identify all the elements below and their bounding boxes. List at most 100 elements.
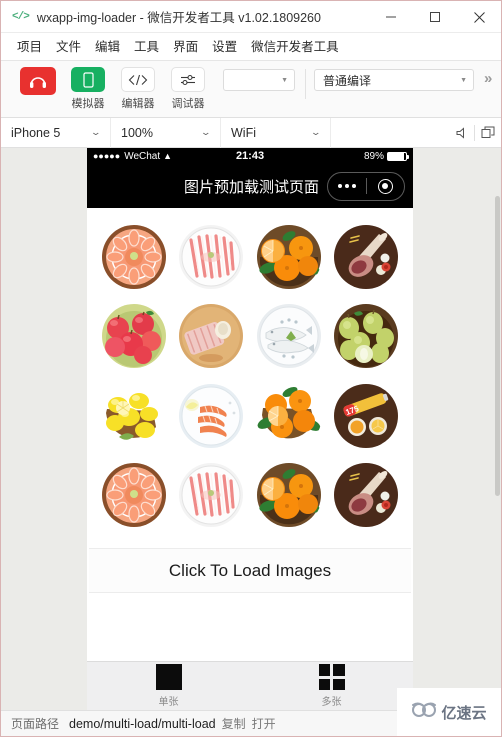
grid-item[interactable]: [252, 459, 326, 533]
grid-item[interactable]: 175: [330, 379, 404, 453]
toolbar-debugger-label: 调试器: [171, 98, 205, 110]
open-path-button[interactable]: 打开: [252, 715, 276, 732]
grid-item[interactable]: [97, 379, 171, 453]
status-right: 89%: [264, 151, 410, 162]
thumbnail-oranges-halved-bowl: [256, 383, 322, 449]
menu-item-edit[interactable]: 编辑: [88, 33, 127, 61]
menu-item-file[interactable]: 文件: [49, 33, 88, 61]
simulator-canvas: ●●●●● WeChat ▲ 21:43 89% 图片预加载测试页面 175 C…: [1, 148, 501, 710]
toolbar-divider: [305, 69, 306, 99]
toolbar-editor-label: 编辑器: [121, 98, 155, 110]
thumbnail-shrimp-plate: [178, 383, 244, 449]
toolbar-editor[interactable]: 编辑器: [113, 67, 163, 111]
chevron-down-icon: ▼: [460, 76, 467, 84]
battery-icon: [387, 151, 410, 161]
zoom-select-value: 100%: [121, 125, 153, 140]
wifi-icon: ▲: [163, 151, 173, 161]
maximize-button[interactable]: [413, 1, 457, 33]
single-square-icon: [155, 664, 182, 690]
toolbar-blank-select[interactable]: ▼: [223, 69, 295, 91]
grid-item[interactable]: [175, 220, 249, 294]
device-bar: iPhone 5 ⌄ 100% ⌄ WiFi ⌄: [1, 117, 501, 148]
title-bar: </> wxapp-img-loader - 微信开发者工具 v1.02.180…: [1, 1, 501, 33]
menu-item-project[interactable]: 项目: [10, 33, 49, 61]
status-bar: 页面路径 demo/multi-load/multi-load 复制 打开 亿速…: [1, 688, 501, 736]
canvas-scrollbar[interactable]: [493, 148, 501, 710]
thumbnail-oranges-basket: [256, 224, 322, 290]
thumbnail-salmon-sashimi-platter: [101, 462, 167, 528]
speaker-mute-icon[interactable]: [448, 118, 474, 148]
tab-multi[interactable]: 多张: [250, 662, 413, 710]
thumbnail-green-pears-bowl: [333, 303, 399, 369]
grid-item[interactable]: [175, 459, 249, 533]
page-title: 图片预加载测试页面: [183, 178, 319, 196]
close-button[interactable]: [457, 1, 501, 33]
thumbnail-lemons-bowl: [101, 383, 167, 449]
grid-item[interactable]: [330, 459, 404, 533]
grid-item[interactable]: [252, 220, 326, 294]
copy-path-button[interactable]: 复制: [222, 715, 246, 732]
detach-window-icon[interactable]: [475, 118, 501, 148]
watermark: 亿速云: [397, 688, 501, 736]
grid-item[interactable]: [252, 379, 326, 453]
code-brackets-icon: </>: [12, 10, 30, 23]
chevron-down-icon: ⌄: [310, 127, 322, 137]
status-left: ●●●●● WeChat ▲: [93, 151, 236, 162]
grid-item[interactable]: [97, 300, 171, 374]
menu-item-interface[interactable]: 界面: [166, 33, 205, 61]
grid-item[interactable]: [175, 300, 249, 374]
window-controls: [369, 1, 501, 33]
menu-item-devtools[interactable]: 微信开发者工具: [244, 33, 346, 61]
carrier-label: WeChat: [124, 150, 161, 162]
device-select[interactable]: iPhone 5 ⌄: [1, 117, 111, 148]
image-grid: 175: [87, 208, 413, 538]
grid-item[interactable]: [97, 220, 171, 294]
more-dots-icon[interactable]: [328, 184, 366, 188]
simulator-icon: [71, 67, 105, 92]
target-circle-icon[interactable]: [367, 178, 405, 194]
cloud-logo-icon: [411, 702, 437, 723]
code-editor-icon: [121, 67, 155, 92]
thumbnail-white-fish-plate: [256, 303, 322, 369]
thumbnail-lamb-leg-board: [333, 462, 399, 528]
device-select-value: iPhone 5: [11, 125, 61, 140]
chevron-down-icon: ▼: [281, 76, 288, 84]
menu-item-settings[interactable]: 设置: [205, 33, 244, 61]
toolbar-simulator[interactable]: 模拟器: [63, 67, 113, 111]
tab-single[interactable]: 单张: [87, 662, 250, 710]
toolbar-debugger[interactable]: 调试器: [163, 67, 213, 111]
network-select[interactable]: WiFi ⌄: [221, 117, 331, 148]
phone-status-bar: ●●●●● WeChat ▲ 21:43 89%: [87, 148, 413, 164]
toolbar-compile-select[interactable]: 普通编译 ▼: [314, 69, 474, 91]
toolbar-account[interactable]: [13, 67, 63, 95]
load-images-button[interactable]: Click To Load Images: [89, 548, 411, 593]
grid-item[interactable]: [252, 300, 326, 374]
thumbnail-red-apples-bowl: [101, 303, 167, 369]
grid-item[interactable]: [330, 220, 404, 294]
phone-simulator: ●●●●● WeChat ▲ 21:43 89% 图片预加载测试页面 175 C…: [87, 148, 413, 710]
minimize-button[interactable]: [369, 1, 413, 33]
tab-bar: 单张 多张: [87, 661, 413, 710]
window-title: wxapp-img-loader - 微信开发者工具 v1.02.1809260: [36, 11, 321, 25]
page-body: 175 Click To Load Images 单张 多张: [87, 208, 413, 710]
grid-item[interactable]: [330, 300, 404, 374]
phone-nav-bar: 图片预加载测试页面: [87, 164, 413, 208]
chevron-down-icon: ⌄: [90, 127, 102, 137]
grid-item[interactable]: [97, 459, 171, 533]
toolbar-compile-select-value: 普通编译: [323, 73, 372, 88]
grid-item[interactable]: [175, 379, 249, 453]
thumbnail-oranges-basket: [256, 462, 322, 528]
toolbar-more-button[interactable]: »: [484, 70, 492, 87]
thumbnail-sliced-pork-belly: [178, 224, 244, 290]
thumbnail-salmon-sashimi-platter: [101, 224, 167, 290]
tab-single-label: 单张: [158, 697, 179, 708]
zoom-select[interactable]: 100% ⌄: [111, 117, 221, 148]
multi-grid-icon: [318, 664, 345, 690]
menu-item-tools[interactable]: 工具: [127, 33, 166, 61]
thumbnail-raw-fish-fillet-board: [178, 303, 244, 369]
thumbnail-juice-bottle-board: 175: [333, 383, 399, 449]
wechat-capsule-button[interactable]: [327, 171, 405, 201]
thumbnail-sliced-pork-belly: [178, 462, 244, 528]
toolbar-simulator-label: 模拟器: [71, 98, 105, 110]
page-filler: [87, 593, 413, 661]
